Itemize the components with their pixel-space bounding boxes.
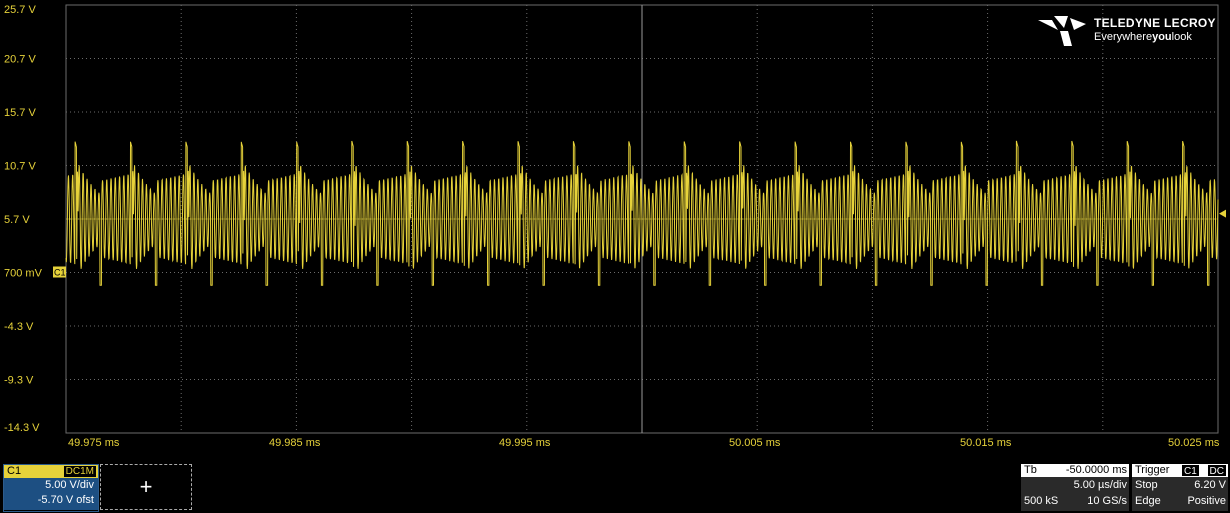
oscilloscope-display: 25.7 V 20.7 V 15.7 V 10.7 V 5.7 V 700 mV -4.3 … bbox=[4, 4, 1226, 449]
logo-icon bbox=[1038, 16, 1086, 46]
plus-icon: + bbox=[139, 474, 153, 499]
timebase-descriptor[interactable]: Tb -50.0000 ms 5.00 µs/div 500 kS 10 GS/… bbox=[1021, 464, 1129, 511]
timebase-delay: -50.0000 ms bbox=[1065, 464, 1127, 476]
trigger-slope: Positive bbox=[1187, 495, 1226, 507]
y-axis-labels: 25.7 V 20.7 V 15.7 V 10.7 V 5.7 V 700 mV -4.3 … bbox=[4, 4, 43, 434]
y-axis-label: -14.3 V bbox=[4, 422, 40, 434]
y-axis-label: 700 mV bbox=[4, 268, 43, 280]
trigger-level: 6.20 V bbox=[1194, 479, 1226, 491]
trigger-type: Edge bbox=[1135, 495, 1161, 507]
y-axis-label: 25.7 V bbox=[4, 4, 36, 16]
y-axis-label: 10.7 V bbox=[4, 161, 36, 173]
x-axis-label: 50.015 ms bbox=[960, 437, 1012, 449]
trigger-level-marker bbox=[1219, 209, 1226, 218]
x-axis-label: 49.985 ms bbox=[269, 437, 321, 449]
y-axis-label: 20.7 V bbox=[4, 54, 36, 66]
brand-tagline: Everywhereyoulook bbox=[1094, 31, 1192, 43]
channel-offset: -5.70 V ofst bbox=[37, 494, 94, 506]
trigger-label: Trigger bbox=[1135, 464, 1170, 476]
y-axis-label: -9.3 V bbox=[4, 375, 34, 387]
x-axis-label: 50.025 ms bbox=[1168, 437, 1220, 449]
timebase-rate: 10 GS/s bbox=[1087, 495, 1127, 507]
trigger-mode: Stop bbox=[1135, 479, 1158, 491]
x-axis-labels: 49.975 ms 49.985 ms 49.995 ms 50.005 ms 50.0… bbox=[68, 437, 1220, 449]
timebase-samples: 500 kS bbox=[1024, 495, 1059, 507]
trigger-source: C1 bbox=[1182, 465, 1199, 477]
channel-vdiv: 5.00 V/div bbox=[45, 479, 94, 491]
timebase-label: Tb bbox=[1024, 464, 1037, 476]
y-axis-label: 5.7 V bbox=[4, 214, 30, 226]
y-axis-label: -4.3 V bbox=[4, 321, 34, 333]
c1-marker-label: C1 bbox=[54, 268, 66, 278]
x-axis-label: 49.975 ms bbox=[68, 437, 120, 449]
channel-name: C1 bbox=[7, 465, 22, 477]
y-axis-label: 15.7 V bbox=[4, 107, 36, 119]
channel-coupling: DC1M bbox=[63, 466, 96, 477]
add-channel-button[interactable]: + bbox=[100, 464, 192, 510]
brand-name: TELEDYNE LECROY bbox=[1094, 16, 1216, 30]
trigger-descriptor[interactable]: Trigger C1 DC Stop 6.20 V Edge Positive bbox=[1132, 464, 1228, 511]
channel-c1-descriptor[interactable]: C1 DC1M 5.00 V/div -5.70 V ofst bbox=[3, 464, 99, 512]
x-axis-label: 50.005 ms bbox=[729, 437, 781, 449]
timebase-tdiv: 5.00 µs/div bbox=[1073, 479, 1127, 491]
teledyne-lecroy-logo: TELEDYNE LECROY Everywhereyoulook bbox=[1038, 14, 1216, 48]
trigger-coupling: DC bbox=[1207, 465, 1226, 477]
x-axis-label: 49.995 ms bbox=[499, 437, 551, 449]
